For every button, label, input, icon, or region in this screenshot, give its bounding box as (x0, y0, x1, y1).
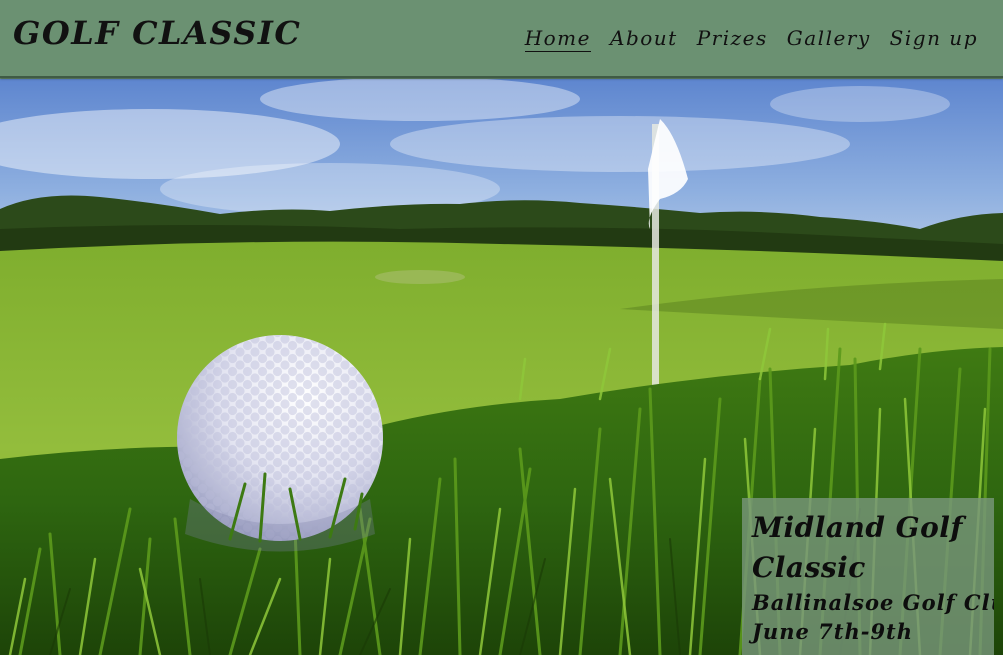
event-dates: June 7th-9th (752, 619, 914, 644)
nav-home-link[interactable]: Home (524, 26, 591, 52)
nav-gallery-link[interactable]: Gallery (787, 26, 871, 52)
event-title: Midland Golf Classic (752, 511, 963, 584)
event-info-card: Midland Golf Classic Ballinalsoe Golf Cl… (742, 498, 994, 655)
site-logo[interactable]: GOLF CLASSIC (13, 14, 301, 52)
nav-about-link[interactable]: About (610, 26, 678, 52)
event-venue: Ballinalsoe Golf Club (752, 590, 994, 615)
site-header: GOLF CLASSIC Home About Prizes Gallery S… (0, 0, 1003, 78)
nav-prizes-link[interactable]: Prizes (697, 26, 768, 52)
hero-section: Midland Golf Classic Ballinalsoe Golf Cl… (0, 79, 1003, 655)
nav-signup-link[interactable]: Sign up (890, 26, 978, 52)
main-nav: Home About Prizes Gallery Sign up (524, 26, 978, 52)
